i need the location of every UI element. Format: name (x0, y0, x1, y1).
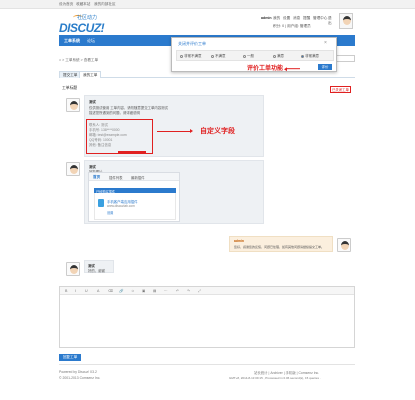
avatar-face-icon (70, 165, 78, 174)
status-badge[interactable]: 已关闭工单 (330, 86, 351, 93)
underline-icon[interactable]: U (85, 289, 88, 293)
rating-label: 满意 (277, 54, 284, 58)
bold-icon[interactable]: B (65, 289, 67, 293)
rating-label: 一般 (247, 54, 254, 58)
close-icon[interactable]: × (324, 40, 327, 46)
top-bar: 设为首页 收藏本站 我的内部社区 (0, 0, 415, 9)
username-link[interactable]: admin (261, 16, 272, 20)
avatar-face-icon (70, 101, 78, 110)
community-link[interactable]: 我的内部社区 (94, 2, 116, 7)
message-author: admin (234, 239, 244, 243)
footer-powered: Powered by Discuz! X3.2 (59, 370, 97, 374)
rating-option-2[interactable]: 不满意 (211, 54, 226, 59)
ticket-title: 工单标题 (62, 86, 78, 90)
message-author: 测试 (89, 100, 96, 104)
avatar-face-icon (341, 241, 349, 250)
italic-icon[interactable]: I (75, 289, 76, 293)
annotation-custom-fields: 自定义字段 (200, 128, 235, 135)
dialog-title: 关闭并评价工单 (178, 41, 206, 46)
plugin-settings-link[interactable]: 设置 (107, 210, 113, 215)
plugin-url: www.discuzlab.com (107, 204, 135, 208)
logo-subtitle: 社区动力 (77, 15, 98, 21)
link-icon[interactable]: 🔗 (119, 289, 123, 293)
radio-icon (243, 54, 246, 58)
card-tab: 最新插件 (131, 176, 145, 180)
footer-links[interactable]: 站长统计 | Archiver | 手机版 | Comsenz Inc. (254, 370, 319, 375)
annotation-arrow-icon (286, 68, 300, 70)
eraser-icon[interactable]: ⌫ (108, 289, 113, 293)
rating-options: 非常不满意 不满意 一般 满意 非常满意 (176, 50, 334, 61)
user-link-messages[interactable]: 消息 (293, 16, 300, 21)
set-homepage-link[interactable]: 设为首页 (59, 2, 73, 7)
submit-rating-button[interactable]: 评价 (318, 64, 332, 70)
rating-label: 非常不满意 (184, 54, 202, 58)
user-link-my[interactable]: 我的 (273, 16, 280, 21)
tab-my-tickets[interactable]: 我的工单 (79, 71, 102, 78)
rating-option-5[interactable]: 非常满意 (301, 54, 319, 59)
footer-copyright: © 2001-2013 Comsenz Inc. (59, 376, 101, 380)
nav-item-forum[interactable]: 论坛 (87, 38, 95, 44)
logout-link[interactable]: 退出 (328, 16, 335, 26)
radio-selected-icon (301, 54, 304, 58)
annotation-box (86, 119, 153, 154)
smiley-icon[interactable]: ☺ (131, 289, 135, 293)
annotation-arrow-icon (157, 128, 193, 134)
redo-icon[interactable]: ↷ (187, 289, 190, 293)
attached-screenshot[interactable]: 首页 插件列表 最新插件 已经购买插件 手机客户端应用插件 www.discuz… (88, 172, 180, 222)
fullscreen-icon[interactable]: ⤢ (198, 289, 201, 293)
avatar[interactable] (337, 238, 351, 252)
user-link-admin[interactable]: 管理中心 (313, 16, 327, 21)
footer: Powered by Discuz! X3.2 © 2001-2013 Coms… (59, 364, 355, 388)
redacted-bar (118, 151, 146, 154)
font-color-icon[interactable]: A (97, 289, 99, 293)
radio-icon (180, 54, 183, 58)
phone-icon (98, 199, 104, 207)
avatar[interactable] (66, 162, 80, 176)
card-tab: 首页 (93, 175, 101, 179)
rating-label: 非常满意 (305, 54, 319, 58)
logo-text: DISCUZ! (59, 21, 105, 35)
user-link-settings[interactable]: 设置 (283, 16, 290, 21)
message-text: 好的，谢谢 (88, 269, 105, 273)
card-tab: 插件列表 (109, 176, 123, 180)
avatar[interactable] (66, 262, 80, 276)
rating-label: 不满意 (215, 54, 226, 58)
message-text: 您好，感谢您的反馈，问题已处理，如有其他问题请继续提交工单。 (234, 245, 325, 249)
bookmark-link[interactable]: 收藏本站 (76, 2, 90, 7)
message-bubble: 测试 好的，谢谢 (84, 260, 114, 273)
user-avatar[interactable] (339, 13, 353, 29)
table-icon[interactable]: ▤ (153, 289, 156, 293)
user-link-alerts[interactable]: 提醒 (303, 16, 310, 21)
radio-icon (211, 54, 214, 58)
rating-option-4[interactable]: 满意 (273, 54, 284, 59)
rating-option-3[interactable]: 一般 (243, 54, 254, 59)
user-nav: admin 我的 设置 消息 提醒 管理中心 退出 积分: 0 | 用户组: 管… (245, 14, 335, 32)
footer-meta: GMT+8, 2014-8-13 09:15 , Processed in 0.… (229, 376, 321, 380)
avatar-face-icon (70, 265, 78, 274)
annotation-rating: 评价工单功能 (247, 66, 284, 72)
site-logo[interactable]: 社区动力 DISCUZ! (59, 12, 109, 35)
user-credits: 积分: 0 | 用户组: 管理员 (273, 24, 311, 28)
editor-toolbar: B I U A ⌫ 🔗 ☺ ▣ ▤ ⋯ ↶ ↷ ⤢ (60, 287, 354, 295)
image-icon[interactable]: ▣ (142, 289, 145, 293)
more-icon[interactable]: ⋯ (164, 289, 168, 293)
breadcrumb[interactable]: ⌂ > 工单系统 > 查看工单 (59, 58, 98, 63)
rating-option-1[interactable]: 非常不满意 (180, 54, 202, 59)
radio-icon (273, 54, 276, 58)
nav-item-tickets[interactable]: 工单系统 (64, 38, 80, 44)
avatar[interactable] (66, 98, 80, 112)
reply-editor[interactable]: B I U A ⌫ 🔗 ☺ ▣ ▤ ⋯ ↶ ↷ ⤢ (59, 286, 355, 348)
plugin-panel-title: 已经购买插件 (96, 189, 116, 194)
message-text: 描述您所遇到的问题，请详细说明 (89, 111, 140, 115)
undo-icon[interactable]: ↶ (176, 289, 179, 293)
avatar-face-icon (343, 16, 351, 25)
reply-button[interactable]: 回复工单 (59, 354, 81, 361)
message-bubble-admin: admin 您好，感谢您的反馈，问题已处理，如有其他问题请继续提交工单。 (229, 236, 333, 252)
